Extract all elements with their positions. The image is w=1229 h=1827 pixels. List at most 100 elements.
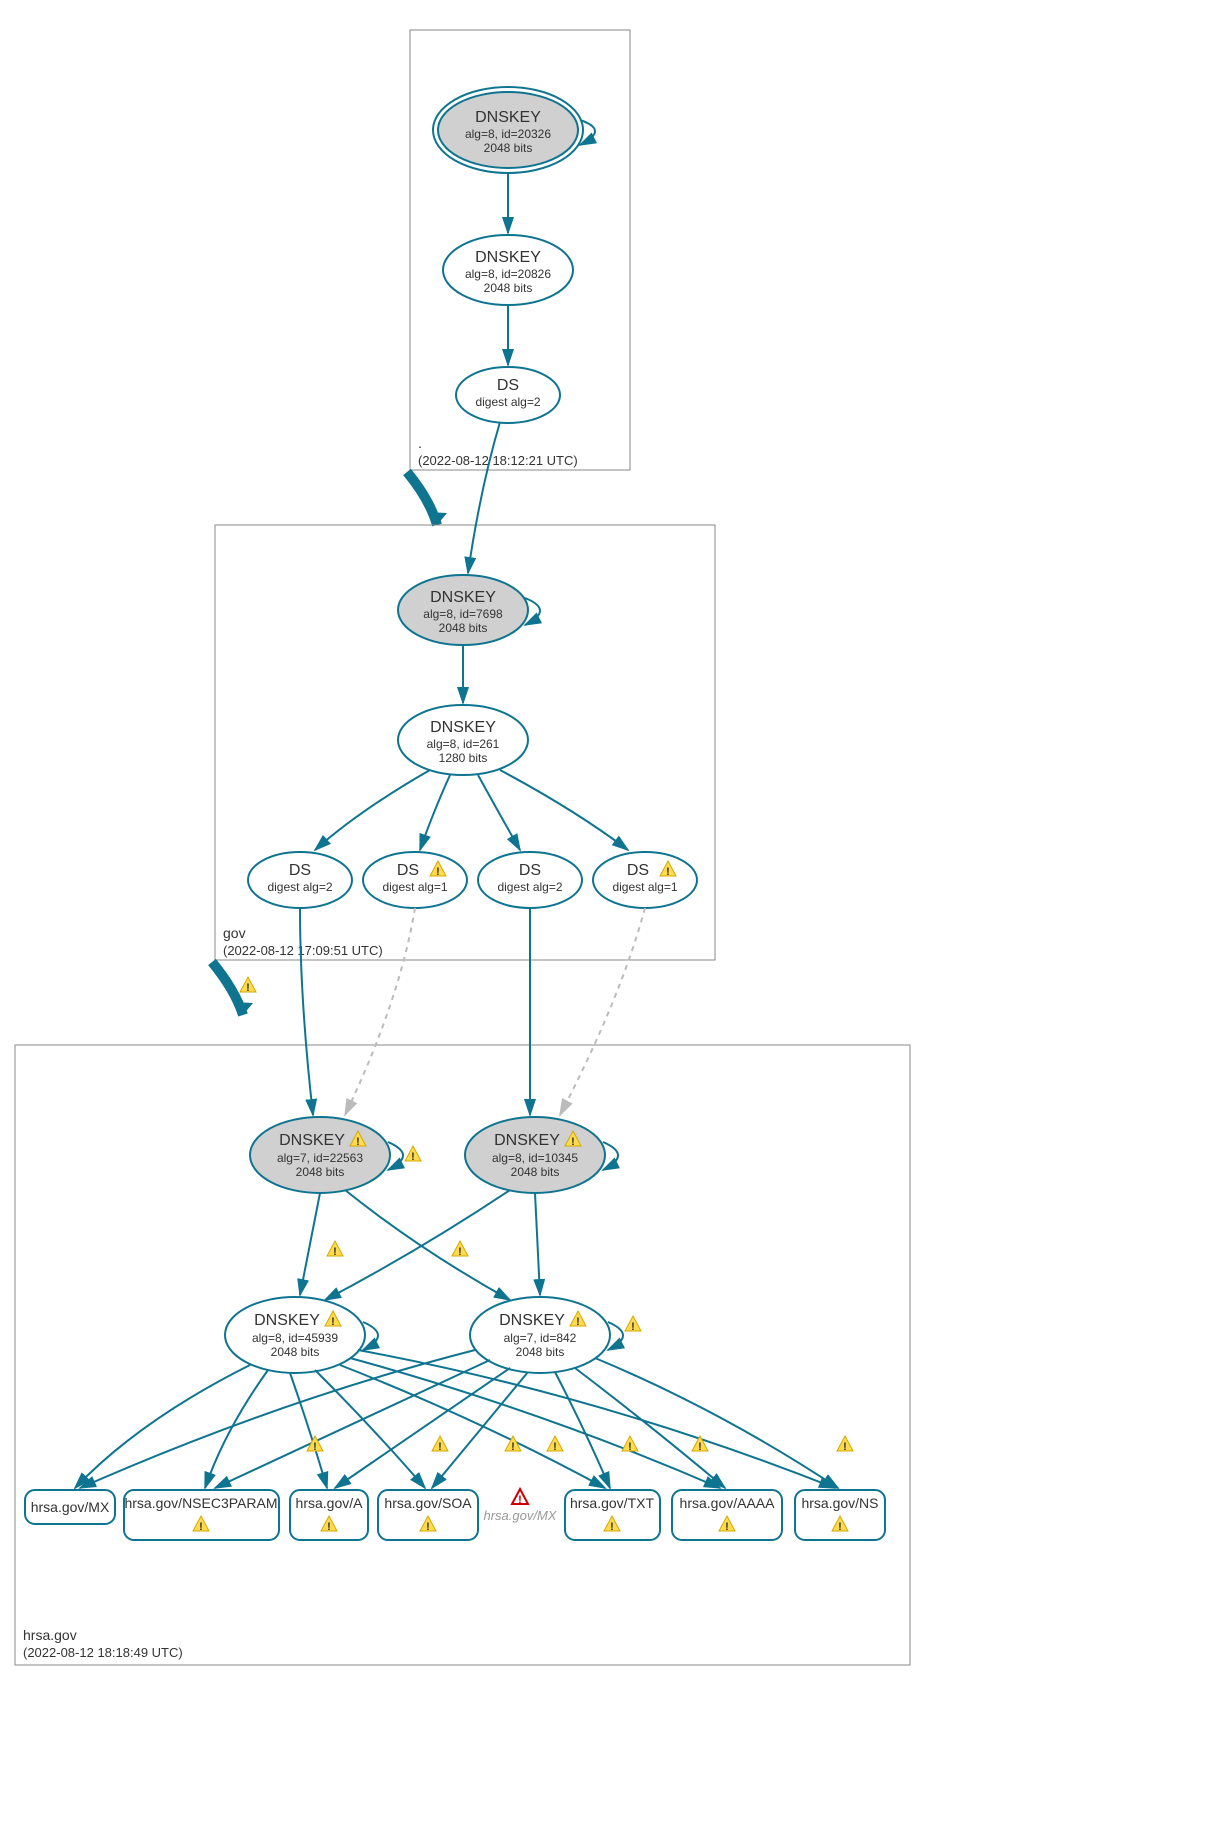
edge	[205, 1370, 268, 1488]
zone-root-name: .	[418, 435, 422, 451]
edge	[478, 775, 520, 850]
node-root-dnskey-ksk: DNSKEY alg=8, id=20326 2048 bits	[433, 87, 583, 173]
zone-hrsa-time: (2022-08-12 18:18:49 UTC)	[23, 1645, 183, 1660]
svg-text:hrsa.gov/NS: hrsa.gov/NS	[801, 1495, 878, 1511]
svg-text:DNSKEY: DNSKEY	[430, 719, 496, 736]
svg-text:hrsa.gov/NSEC3PARAM: hrsa.gov/NSEC3PARAM	[124, 1495, 277, 1511]
edge	[468, 422, 500, 573]
zone-root-time: (2022-08-12 18:12:21 UTC)	[418, 453, 578, 468]
svg-text:digest alg=2: digest alg=2	[497, 880, 562, 894]
zone-gov-name: gov	[223, 925, 246, 941]
svg-text:DS: DS	[397, 862, 419, 879]
svg-text:digest alg=1: digest alg=1	[612, 880, 677, 894]
node-gov-ds2: DS digest alg=1	[363, 852, 467, 908]
node-gov-dnskey-zsk: DNSKEY alg=8, id=261 1280 bits	[398, 705, 528, 775]
warning-icon	[622, 1436, 638, 1453]
edge-dashed	[560, 908, 645, 1115]
rrset-a: hrsa.gov/A	[290, 1490, 368, 1540]
node-hrsa-dnskey3: DNSKEY alg=8, id=45939 2048 bits	[225, 1297, 365, 1373]
node-root-ds: DS digest alg=2	[456, 367, 560, 423]
edge	[300, 908, 313, 1115]
zone-hrsa	[15, 1045, 910, 1665]
node-root-dnskey-zsk: DNSKEY alg=8, id=20826 2048 bits	[443, 235, 573, 305]
svg-text:DS: DS	[497, 377, 519, 394]
svg-text:2048 bits: 2048 bits	[439, 621, 488, 635]
svg-text:alg=7, id=22563: alg=7, id=22563	[277, 1151, 363, 1165]
warning-icon	[452, 1241, 468, 1258]
svg-text:hrsa.gov/MX: hrsa.gov/MX	[31, 1499, 110, 1515]
warning-icon	[405, 1146, 421, 1163]
edge	[358, 1350, 835, 1488]
svg-text:2048 bits: 2048 bits	[511, 1165, 560, 1179]
svg-text:alg=8, id=7698: alg=8, id=7698	[423, 607, 503, 621]
rrset-nsec3param: hrsa.gov/NSEC3PARAM	[124, 1490, 279, 1540]
edge	[300, 1193, 320, 1295]
svg-text:DNSKEY: DNSKEY	[475, 249, 541, 266]
rrset-aaaa: hrsa.gov/AAAA	[672, 1490, 782, 1540]
svg-text:digest alg=1: digest alg=1	[382, 880, 447, 894]
node-gov-dnskey-ksk: DNSKEY alg=8, id=7698 2048 bits	[398, 575, 528, 645]
warning-icon	[432, 1436, 448, 1453]
warning-icon	[837, 1436, 853, 1453]
svg-text:alg=8, id=20326: alg=8, id=20326	[465, 127, 551, 141]
zone-gov-time: (2022-08-12 17:09:51 UTC)	[223, 943, 383, 958]
svg-text:DNSKEY: DNSKEY	[494, 1132, 560, 1149]
svg-text:2048 bits: 2048 bits	[271, 1345, 320, 1359]
svg-text:DS: DS	[627, 862, 649, 879]
node-gov-ds3: DS digest alg=2	[478, 852, 582, 908]
zone-hrsa-name: hrsa.gov	[23, 1627, 77, 1643]
svg-text:hrsa.gov/SOA: hrsa.gov/SOA	[384, 1495, 472, 1511]
svg-text:alg=8, id=10345: alg=8, id=10345	[492, 1151, 578, 1165]
warning-icon	[692, 1436, 708, 1453]
error-icon	[512, 1489, 528, 1506]
rrset-mx-ghost: hrsa.gov/MX	[484, 1489, 558, 1523]
svg-text:DNSKEY: DNSKEY	[254, 1312, 320, 1329]
svg-text:alg=7, id=842: alg=7, id=842	[504, 1331, 577, 1345]
edge-dashed	[345, 908, 415, 1115]
svg-text:DNSKEY: DNSKEY	[475, 109, 541, 126]
edge	[500, 770, 628, 850]
rrset-soa: hrsa.gov/SOA	[378, 1490, 478, 1540]
warning-icon	[327, 1241, 343, 1258]
edge	[535, 1193, 540, 1295]
svg-text:digest alg=2: digest alg=2	[267, 880, 332, 894]
svg-text:alg=8, id=20826: alg=8, id=20826	[465, 267, 551, 281]
node-hrsa-dnskey1: DNSKEY alg=7, id=22563 2048 bits	[250, 1117, 390, 1193]
svg-text:1280 bits: 1280 bits	[439, 751, 488, 765]
edge	[335, 1368, 510, 1488]
node-gov-ds4: DS digest alg=1	[593, 852, 697, 908]
edge	[315, 1370, 425, 1488]
svg-text:alg=8, id=261: alg=8, id=261	[427, 737, 500, 751]
svg-text:2048 bits: 2048 bits	[484, 141, 533, 155]
rrset-ns: hrsa.gov/NS	[795, 1490, 885, 1540]
svg-text:DS: DS	[289, 862, 311, 879]
svg-text:hrsa.gov/TXT: hrsa.gov/TXT	[570, 1495, 654, 1511]
svg-text:DNSKEY: DNSKEY	[499, 1312, 565, 1329]
warning-icon	[547, 1436, 563, 1453]
svg-text:hrsa.gov/A: hrsa.gov/A	[296, 1495, 364, 1511]
edge	[350, 1358, 720, 1488]
edge	[575, 1368, 725, 1488]
svg-text:2048 bits: 2048 bits	[484, 281, 533, 295]
warning-icon	[240, 977, 256, 994]
svg-text:2048 bits: 2048 bits	[296, 1165, 345, 1179]
edge	[420, 775, 450, 850]
edge	[315, 770, 430, 850]
svg-text:hrsa.gov/AAAA: hrsa.gov/AAAA	[680, 1495, 776, 1511]
svg-text:2048 bits: 2048 bits	[516, 1345, 565, 1359]
edge	[290, 1373, 327, 1488]
svg-text:DNSKEY: DNSKEY	[279, 1132, 345, 1149]
svg-text:alg=8, id=45939: alg=8, id=45939	[252, 1331, 338, 1345]
rrset-mx: hrsa.gov/MX	[25, 1490, 115, 1524]
svg-text:DS: DS	[519, 862, 541, 879]
node-gov-ds1: DS digest alg=2	[248, 852, 352, 908]
edge	[595, 1358, 838, 1488]
node-hrsa-dnskey2: DNSKEY alg=8, id=10345 2048 bits	[465, 1117, 605, 1193]
dnssec-graph: ! ! . (2022-08-12 18:12:21 UTC) DNSKEY a…	[0, 0, 1229, 1827]
node-hrsa-dnskey4: DNSKEY alg=7, id=842 2048 bits	[470, 1297, 610, 1373]
rrset-txt: hrsa.gov/TXT	[565, 1490, 660, 1540]
edge	[75, 1365, 250, 1488]
svg-text:DNSKEY: DNSKEY	[430, 589, 496, 606]
warning-icon	[625, 1316, 641, 1333]
svg-text:hrsa.gov/MX: hrsa.gov/MX	[484, 1508, 558, 1523]
